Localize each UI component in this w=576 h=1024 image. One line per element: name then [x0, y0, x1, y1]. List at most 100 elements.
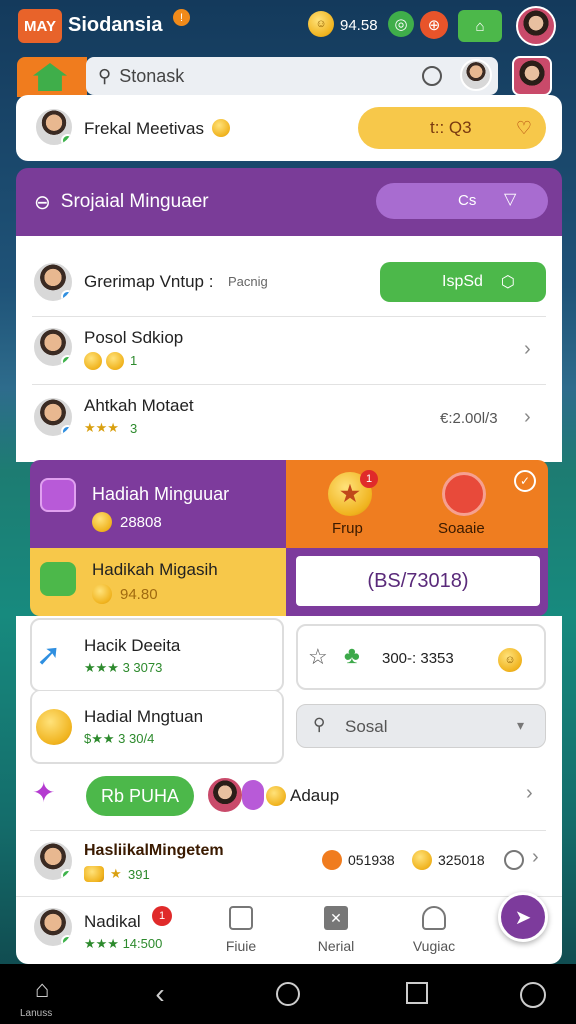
tile-badge: 1 [360, 470, 378, 488]
circle-home-icon[interactable] [276, 982, 300, 1006]
action-button[interactable]: IspSd ⬡ [380, 262, 546, 302]
avatar [32, 396, 74, 438]
top-balance: 94.58 [340, 17, 378, 34]
action-button-label: IspSd [442, 273, 483, 290]
notification-badge: 1 [152, 906, 172, 926]
user-list: Grerimap Vntup : Pacnig IspSd ⬡ Posol Sd… [16, 236, 562, 462]
tab-item-3[interactable]: Vugiac [404, 904, 464, 960]
divider [30, 830, 546, 831]
list-item-name: Grerimap Vntup : [84, 272, 214, 291]
divider [32, 384, 546, 385]
home-button[interactable] [17, 57, 87, 97]
house-icon [33, 63, 67, 91]
side-avatar[interactable] [512, 56, 552, 96]
tab-label: Fiuie [225, 938, 257, 954]
tab-sub: ★★★ 14:500 [84, 936, 163, 951]
tab-item-2[interactable]: ✕ Nerial [308, 904, 364, 960]
section-pill[interactable]: Cs ▽ [376, 183, 548, 219]
list-item-sub: $★★ 3 30/4 [84, 731, 155, 746]
online-badge [61, 355, 72, 366]
back-icon[interactable]: ‹ [144, 978, 176, 1010]
app-logo[interactable]: MAY [18, 9, 62, 43]
coin-icon [106, 352, 124, 370]
list-item[interactable]: HasliikalMingetem ★ 391 051938 325018 › [16, 832, 562, 896]
chevron-down-icon: ▾ [517, 717, 525, 733]
notification-dot[interactable]: ! [173, 9, 190, 26]
list-item-sub: 391 [128, 867, 150, 882]
online-badge [61, 935, 72, 946]
nav-home-label: Lanuss [20, 1008, 53, 1019]
tab-label: Nerial [317, 938, 355, 954]
chevron-right-icon[interactable]: › [532, 846, 539, 869]
profile-pill-label: t:: Q3 [430, 118, 472, 137]
search-input[interactable]: ⚲ Stonask [86, 57, 498, 95]
star-icon: ★ [110, 866, 122, 881]
send-icon: ➤ [514, 906, 532, 929]
coin-icon: ☺ [308, 11, 334, 37]
recents-icon[interactable] [406, 982, 428, 1004]
list-item-value: €:2.00l/3 [440, 410, 498, 427]
settings-icon[interactable] [422, 66, 442, 86]
avatar [32, 326, 74, 368]
avatar [32, 840, 74, 882]
tile-label-b: Soaaie [438, 520, 485, 537]
online-badge [61, 869, 72, 880]
list-item[interactable]: Hadial Mngtuan $★★ 3 30/4 [30, 690, 284, 764]
gift-icon [40, 562, 76, 596]
plant-icon: ♣ [344, 642, 360, 669]
tile-title: Hadikah Migasih [92, 560, 218, 579]
cross-icon: ✕ [324, 906, 348, 930]
orange-coin-icon [322, 850, 342, 870]
list-item-sub: ★★★ 3 3073 [84, 660, 163, 675]
home-icon[interactable]: ⌂ [22, 976, 62, 1004]
fab-button[interactable]: ➤ [498, 892, 548, 942]
profile-avatar [34, 107, 74, 147]
list-item[interactable]: Posol Sdkiop 1 › [16, 318, 562, 384]
chevron-down-icon[interactable]: ▽ [504, 189, 516, 209]
list-item[interactable]: ➚ Hacik Deeita ★★★ 3 3073 [30, 618, 284, 692]
list-item-sub: 1 [130, 353, 138, 368]
search-avatar[interactable] [460, 59, 492, 91]
promo-code[interactable]: (BS/73018) [296, 556, 540, 606]
toggle-icon[interactable] [504, 850, 524, 870]
weekly-reward-tile[interactable]: Hadiah Minguuar 28808 [30, 460, 286, 548]
medal-icon [36, 709, 72, 745]
search2-input[interactable]: ⚲ Sosal ▾ [296, 704, 546, 748]
coin-icon [92, 512, 112, 532]
reward-box[interactable]: ☆ ♣ 300-: 3353 ☺ [296, 624, 546, 690]
bonus-tile[interactable]: Hadikah Migasih 94.80 [30, 548, 286, 616]
check-icon[interactable]: ✓ [514, 470, 536, 492]
list-item-status: Pacnig [228, 274, 268, 289]
heart-icon[interactable]: ♡ [502, 107, 546, 149]
tab-profile[interactable]: Nadikal 1 ★★★ 14:500 [16, 898, 216, 962]
avatar [206, 776, 244, 814]
list-item-name: HasliikalMingetem [84, 842, 224, 859]
list-item[interactable]: Grerimap Vntup : Pacnig IspSd ⬡ [16, 236, 562, 316]
search-icon: ⚲ [98, 65, 112, 86]
avatar [32, 261, 74, 303]
shop-icon[interactable] [442, 472, 486, 516]
coin-icon [266, 786, 286, 806]
chat-icon[interactable]: ◎ [388, 11, 414, 37]
assistant-icon[interactable] [520, 982, 546, 1008]
profile-pill[interactable]: t:: Q3 ♡ [358, 107, 546, 149]
profile-card[interactable]: Frekal Meetivas t:: Q3 ♡ [16, 95, 562, 161]
list-item[interactable]: Ahtkah Motaet ★★★ 3 €:2.00l/3 › [16, 386, 562, 456]
chevron-right-icon: › [524, 406, 531, 428]
search2-placeholder: Sosal [345, 717, 388, 736]
chevron-right-icon[interactable]: › [526, 782, 533, 805]
coin-icon [412, 850, 432, 870]
home-shop-icon[interactable]: ⌂ [458, 10, 502, 42]
search-placeholder: Stonask [119, 65, 185, 86]
tab-item-1[interactable]: Fiuie [216, 904, 266, 960]
promo-button[interactable]: Rb PUHA [86, 776, 194, 816]
rewards-tile: ★ 1 Frup Soaaie ✓ [286, 460, 548, 548]
list-item-name: Hadial Mngtuan [84, 707, 204, 726]
avatar [32, 906, 74, 948]
code-tile: (BS/73018) [286, 548, 548, 616]
app-title: Siodansia [68, 14, 163, 36]
user-avatar[interactable] [516, 6, 556, 46]
tile-value: 94.80 [120, 586, 158, 603]
gift-icon[interactable]: ⊕ [420, 11, 448, 39]
verified-badge [61, 425, 72, 436]
